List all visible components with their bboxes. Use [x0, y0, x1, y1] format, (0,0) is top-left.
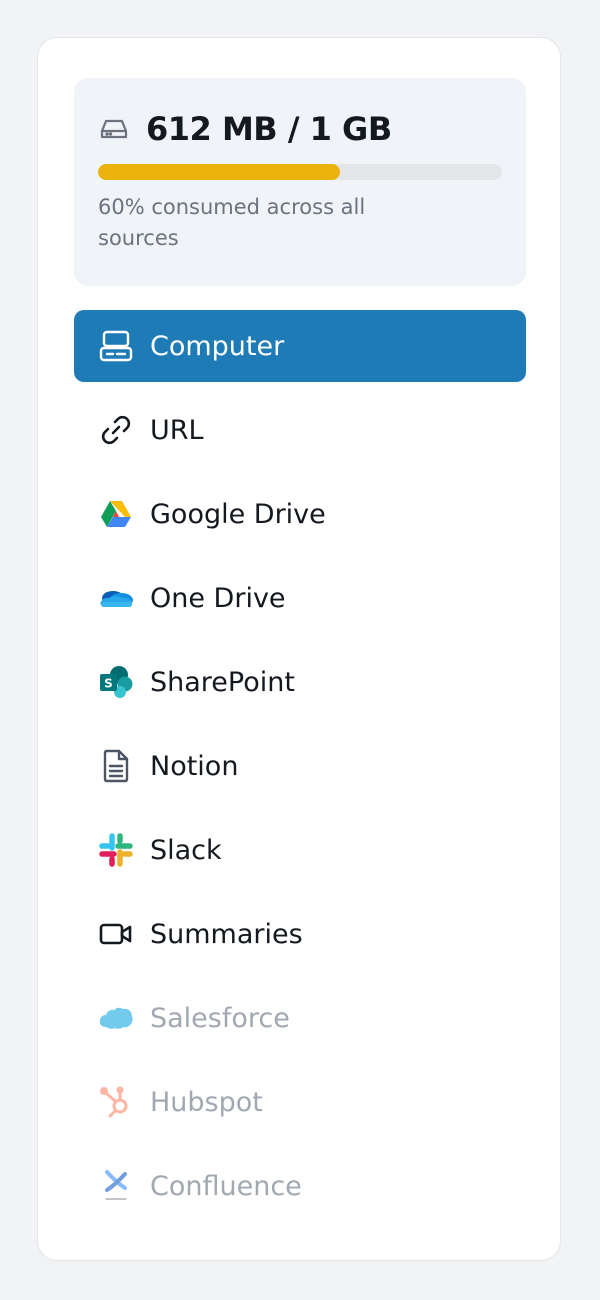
- source-item-label: Slack: [150, 834, 222, 866]
- slack-icon: [98, 832, 134, 868]
- onedrive-icon: [98, 580, 134, 616]
- source-menu: Computer URL Google Drive One Drive S Sh…: [74, 310, 526, 1234]
- source-item-slack[interactable]: Slack: [74, 814, 526, 886]
- hubspot-icon: [98, 1084, 134, 1120]
- hard-drive-icon: [98, 113, 130, 145]
- storage-progress-bar: [98, 164, 502, 180]
- source-item-label: Confluence: [150, 1170, 302, 1202]
- video-camera-icon: [98, 916, 134, 952]
- source-item-label: Summaries: [150, 918, 303, 950]
- source-item-google-drive[interactable]: Google Drive: [74, 478, 526, 550]
- source-item-label: One Drive: [150, 582, 286, 614]
- source-item-label: Salesforce: [150, 1002, 290, 1034]
- source-item-label: SharePoint: [150, 666, 295, 698]
- source-item-one-drive[interactable]: One Drive: [74, 562, 526, 634]
- salesforce-icon: [98, 1000, 134, 1036]
- storage-usage-title: 612 MB / 1 GB: [146, 110, 392, 148]
- source-item-computer[interactable]: Computer: [74, 310, 526, 382]
- source-item-notion[interactable]: Notion: [74, 730, 526, 802]
- computer-icon: [98, 328, 134, 364]
- svg-text:S: S: [104, 677, 113, 691]
- source-item-hubspot[interactable]: Hubspot: [74, 1066, 526, 1138]
- storage-caption: 60% consumed across all sources: [98, 195, 366, 250]
- source-item-label: Notion: [150, 750, 239, 782]
- storage-header: 612 MB / 1 GB: [98, 106, 502, 152]
- source-item-salesforce[interactable]: Salesforce: [74, 982, 526, 1054]
- source-item-url[interactable]: URL: [74, 394, 526, 466]
- confluence-icon: [98, 1168, 134, 1204]
- sharepoint-icon: S: [98, 664, 134, 700]
- source-item-label: Google Drive: [150, 498, 326, 530]
- source-item-label: Computer: [150, 330, 285, 362]
- google-drive-icon: [98, 496, 134, 532]
- source-item-label: URL: [150, 414, 204, 446]
- source-item-confluence[interactable]: Confluence: [74, 1150, 526, 1222]
- source-item-summaries[interactable]: Summaries: [74, 898, 526, 970]
- source-item-label: Hubspot: [150, 1086, 263, 1118]
- storage-progress-fill: [98, 164, 341, 180]
- link-icon: [98, 412, 134, 448]
- document-icon: [98, 748, 134, 784]
- sources-panel: 612 MB / 1 GB 60% consumed across all so…: [37, 37, 561, 1261]
- source-item-sharepoint[interactable]: S SharePoint: [74, 646, 526, 718]
- storage-card: 612 MB / 1 GB 60% consumed across all so…: [74, 78, 526, 286]
